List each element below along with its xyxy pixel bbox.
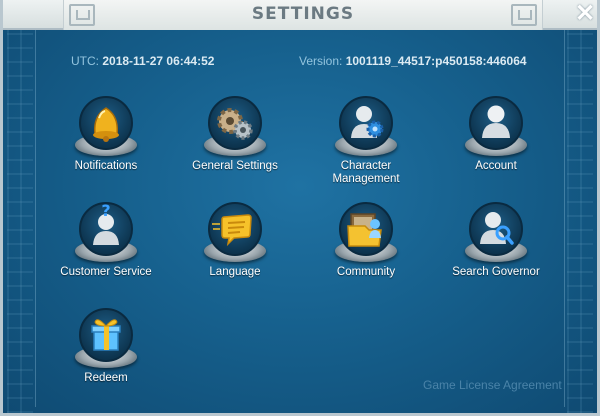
utc-label: UTC: bbox=[71, 54, 99, 68]
close-button[interactable]: ✕ bbox=[573, 2, 597, 27]
right-border-line bbox=[564, 30, 565, 407]
character-management-button[interactable]: Character Management bbox=[306, 94, 426, 186]
character-management-label: Character Management bbox=[332, 160, 400, 185]
search-governor-icon bbox=[480, 212, 514, 245]
account-icon bbox=[482, 105, 510, 138]
license-agreement-link[interactable]: Game License Agreement bbox=[423, 378, 562, 392]
left-border-line bbox=[35, 30, 36, 407]
account-button[interactable]: Account bbox=[436, 94, 556, 173]
customer-service-button[interactable]: ? Customer Service bbox=[46, 200, 166, 279]
settings-window: SETTINGS ✕ UTC: 2018-11-27 06:44:52 Vers… bbox=[0, 0, 600, 416]
redeem-button[interactable]: Redeem bbox=[46, 306, 166, 385]
notifications-button[interactable]: Notifications bbox=[46, 94, 166, 173]
version-label: Version: bbox=[299, 54, 343, 68]
svg-text:?: ? bbox=[101, 201, 110, 220]
title-bar: SETTINGS ✕ bbox=[3, 0, 597, 30]
right-greek-key-border bbox=[567, 30, 593, 413]
version-info: Version: 1001119_44517:p450158:446064 bbox=[299, 54, 527, 68]
redeem-label: Redeem bbox=[84, 372, 128, 384]
notifications-label: Notifications bbox=[74, 160, 138, 172]
general-settings-label: General Settings bbox=[192, 160, 278, 172]
page-title: SETTINGS bbox=[251, 4, 355, 24]
bell-icon bbox=[93, 107, 119, 142]
search-governor-label: Search Governor bbox=[452, 266, 540, 278]
community-button[interactable]: Community bbox=[306, 200, 426, 279]
customer-service-icon: ? bbox=[93, 201, 119, 245]
utc-info: UTC: 2018-11-27 06:44:52 bbox=[71, 54, 214, 68]
language-label: Language bbox=[209, 266, 261, 278]
gift-icon bbox=[91, 319, 121, 351]
community-icon bbox=[347, 213, 382, 247]
language-button[interactable]: Language bbox=[175, 200, 295, 279]
community-label: Community bbox=[336, 266, 396, 278]
customer-service-label: Customer Service bbox=[60, 266, 152, 278]
left-greek-key-border bbox=[7, 30, 33, 413]
account-label: Account bbox=[475, 160, 517, 172]
language-icon bbox=[212, 214, 252, 247]
search-governor-button[interactable]: Search Governor bbox=[436, 200, 556, 279]
general-settings-button[interactable]: General Settings bbox=[175, 94, 295, 173]
utc-value: 2018-11-27 06:44:52 bbox=[102, 54, 215, 68]
gears-icon bbox=[217, 108, 253, 140]
version-value: 1001119_44517:p450158:446064 bbox=[345, 54, 527, 68]
character-gear-icon bbox=[351, 106, 384, 138]
